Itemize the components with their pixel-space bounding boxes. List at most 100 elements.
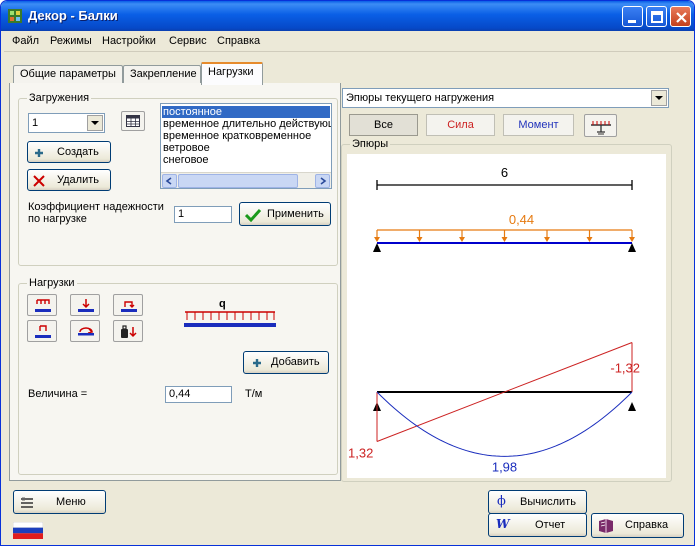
tab-loads[interactable]: Нагрузки bbox=[201, 62, 263, 85]
distributed-load-mark bbox=[374, 229, 635, 242]
create-button[interactable]: Создать bbox=[27, 141, 111, 163]
button-label: Удалить bbox=[57, 174, 99, 186]
load-value-label: 0,44 bbox=[509, 212, 534, 227]
tab-fixing[interactable]: Закрепление bbox=[123, 65, 201, 84]
tab-label: Нагрузки bbox=[208, 66, 254, 78]
load-cases-group: Загружения 1 Создать Удалить постоянное … bbox=[18, 92, 338, 266]
load-type-point-force-button[interactable] bbox=[70, 294, 100, 316]
toggle-force[interactable]: Сила bbox=[426, 114, 495, 136]
load-type-list[interactable]: постоянное временное длительно действующ… bbox=[160, 103, 332, 189]
load-case-number-combo[interactable]: 1 bbox=[28, 113, 105, 133]
help-button[interactable]: Справка bbox=[591, 513, 684, 538]
menu-modes[interactable]: Режимы bbox=[50, 35, 92, 47]
scroll-right-button[interactable] bbox=[315, 174, 330, 188]
distributed-load-icon bbox=[35, 299, 51, 312]
menu-help[interactable]: Справка bbox=[217, 35, 260, 47]
toggle-label: Сила bbox=[447, 119, 474, 131]
group-label: Загружения bbox=[27, 92, 92, 104]
calculate-button[interactable]: ϕ Вычислить bbox=[488, 490, 587, 514]
button-label: Создать bbox=[57, 146, 99, 158]
table-button[interactable] bbox=[121, 111, 145, 131]
load-type-distributed-button[interactable] bbox=[27, 294, 57, 316]
combo-arrow[interactable] bbox=[651, 90, 667, 106]
delete-button[interactable]: Удалить bbox=[27, 169, 111, 191]
app-window: Декор - Балки Файл Режимы Настройки Серв… bbox=[0, 0, 695, 546]
scroll-thumb[interactable] bbox=[178, 174, 298, 188]
list-item[interactable]: ветровое bbox=[163, 142, 210, 154]
report-button[interactable]: W Отчет bbox=[488, 513, 587, 537]
minimize-button[interactable] bbox=[622, 6, 643, 27]
load-type-partial-button[interactable] bbox=[27, 320, 57, 342]
button-label: Добавить bbox=[271, 356, 320, 368]
scroll-left-button[interactable] bbox=[162, 174, 177, 188]
diagram-mode-combo[interactable]: Эпюры текущего нагружения bbox=[342, 88, 669, 108]
shear-force-diagram bbox=[373, 342, 636, 442]
beam-scheme-button[interactable] bbox=[584, 114, 617, 137]
load-value-input[interactable]: 0,44 bbox=[165, 386, 232, 403]
left-support bbox=[373, 243, 381, 252]
maximize-button[interactable] bbox=[646, 6, 667, 27]
loads-group: Нагрузки q Добавить Величина = 0,44 Т/м bbox=[18, 277, 338, 475]
tab-general-params[interactable]: Общие параметры bbox=[13, 65, 123, 84]
word-report-icon: W bbox=[496, 517, 510, 531]
point-force-icon bbox=[78, 299, 94, 312]
load-arrow-head bbox=[501, 237, 508, 242]
toggle-label: Все bbox=[374, 119, 393, 131]
apply-button[interactable]: Применить bbox=[239, 202, 331, 226]
moment-curve bbox=[376, 391, 633, 457]
partial-load-icon bbox=[35, 325, 51, 338]
plus-icon bbox=[35, 149, 43, 157]
reliability-input[interactable]: 1 bbox=[174, 206, 232, 223]
combo-value: 1 bbox=[32, 117, 39, 129]
bending-moment-diagram bbox=[376, 391, 633, 457]
chevron-down-icon bbox=[91, 121, 99, 125]
list-horizontal-scrollbar[interactable] bbox=[161, 172, 331, 188]
load-arrow-head bbox=[629, 237, 635, 242]
menu-file[interactable]: Файл bbox=[12, 35, 39, 47]
list-item[interactable]: снеговое bbox=[163, 154, 209, 166]
diagram-canvas: 6 0,44 1,32 -1,32 1,98 bbox=[347, 154, 666, 478]
load-type-weight-button[interactable] bbox=[113, 320, 143, 342]
app-icon bbox=[8, 9, 22, 23]
reliability-label-line2: по нагрузке bbox=[28, 213, 87, 225]
title-bar[interactable]: Декор - Балки bbox=[1, 1, 694, 31]
span-dimension bbox=[376, 180, 633, 190]
shear-left-label: 1,32 bbox=[348, 446, 373, 461]
toggle-moment[interactable]: Момент bbox=[503, 114, 574, 136]
window-title: Декор - Балки bbox=[28, 8, 118, 23]
beam-mark bbox=[373, 242, 636, 252]
list-item[interactable]: временное длительно действующее bbox=[163, 118, 331, 130]
load-type-moment-button[interactable] bbox=[113, 294, 143, 316]
check-icon bbox=[245, 208, 261, 222]
toggle-all[interactable]: Все bbox=[349, 114, 418, 136]
load-arrow-head bbox=[544, 237, 550, 242]
menu-settings[interactable]: Настройки bbox=[102, 35, 156, 47]
menu-button[interactable]: Меню bbox=[13, 490, 106, 514]
moment-max-label: 1,98 bbox=[492, 459, 517, 474]
delete-x-icon bbox=[33, 175, 45, 187]
russian-flag-icon[interactable] bbox=[13, 522, 43, 539]
beam-diagram-svg: 6 0,44 1,32 -1,32 1,98 bbox=[348, 165, 640, 474]
menu-list-icon bbox=[21, 497, 33, 508]
button-label: Отчет bbox=[535, 519, 566, 531]
load-type-torque-button[interactable] bbox=[70, 320, 100, 342]
menu-service[interactable]: Сервис bbox=[169, 35, 207, 47]
combo-value: Эпюры текущего нагружения bbox=[346, 92, 495, 104]
loads-tab-panel: Загружения 1 Создать Удалить постоянное … bbox=[9, 83, 341, 481]
add-load-button[interactable]: Добавить bbox=[243, 351, 329, 374]
reliability-label-line1: Коэффициент надежности bbox=[28, 201, 164, 213]
list-item[interactable]: временное кратковременное bbox=[163, 130, 311, 142]
diagram-right-support bbox=[628, 402, 636, 411]
group-label: Нагрузки bbox=[27, 277, 77, 289]
button-label: Справка bbox=[625, 519, 669, 531]
chevron-down-icon bbox=[655, 96, 663, 100]
toggle-label: Момент bbox=[518, 119, 559, 131]
moment-load-icon bbox=[121, 301, 137, 312]
right-support bbox=[628, 243, 636, 252]
close-button[interactable] bbox=[670, 6, 691, 27]
tab-label: Общие параметры bbox=[20, 68, 116, 80]
weight-icon bbox=[121, 325, 137, 338]
list-item[interactable]: постоянное bbox=[162, 106, 330, 118]
value-label: Величина = bbox=[28, 388, 88, 400]
combo-arrow[interactable] bbox=[87, 115, 103, 131]
